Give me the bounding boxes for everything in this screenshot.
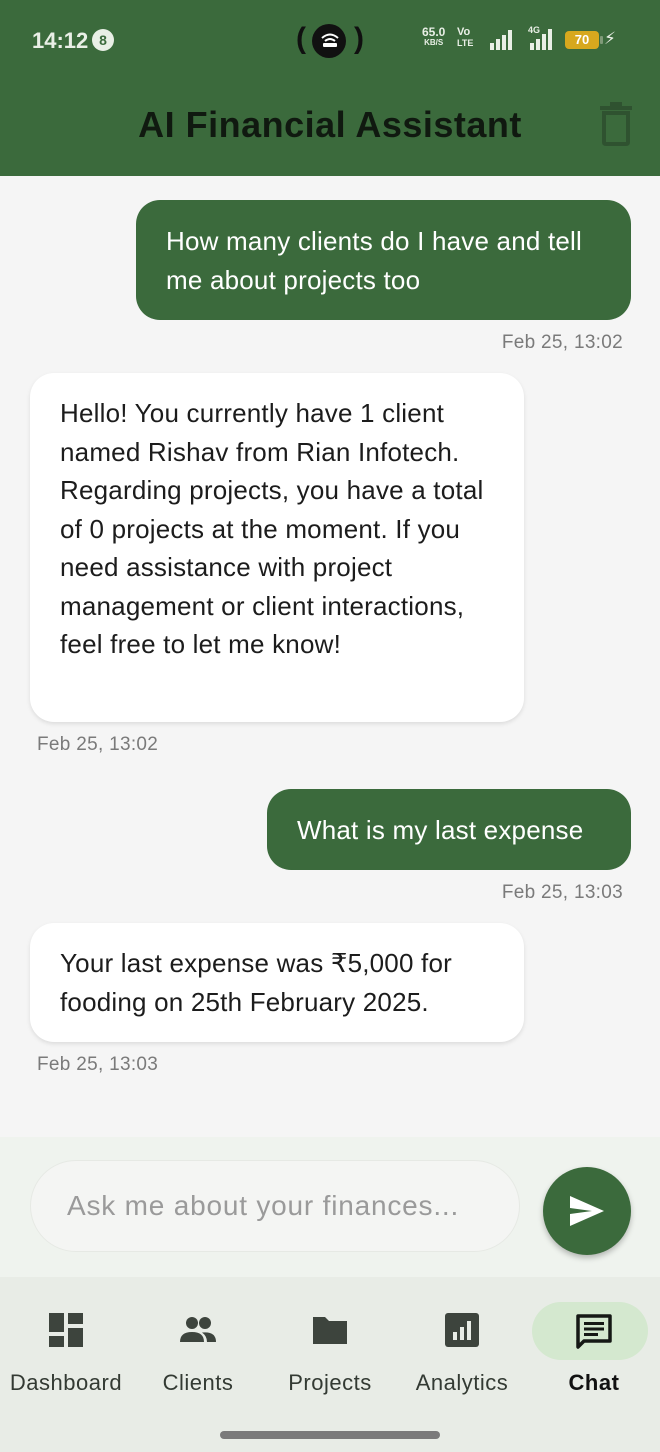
dashboard-icon [49, 1313, 83, 1347]
nav-item-dashboard[interactable]: Dashboard [0, 1300, 132, 1400]
charging-icon: ⚡ [604, 29, 616, 48]
signal-4g-icon [530, 29, 552, 50]
send-button[interactable] [543, 1167, 631, 1255]
nav-item-analytics[interactable]: Analytics [396, 1300, 528, 1400]
volte-top: Vo [457, 26, 471, 38]
people-icon [180, 1317, 216, 1342]
assistant-message: Your last expense was ₹5,000 for fooding… [30, 923, 524, 1042]
chat-icon [576, 1314, 612, 1349]
message-timestamp: Feb 25, 13:03 [501, 882, 623, 903]
nav-item-projects[interactable]: Projects [264, 1300, 396, 1400]
signal-icon [490, 30, 512, 50]
folder-icon [313, 1317, 347, 1344]
chat-input[interactable] [30, 1160, 520, 1252]
status-bar: 14:12 8 ( ) 65.0 KB/S Vo LTE 4G 70 ⚡ [0, 0, 660, 80]
nav-label: Dashboard [9, 1370, 123, 1395]
message-timestamp: Feb 25, 13:03 [37, 1054, 159, 1075]
home-indicator[interactable] [220, 1431, 440, 1439]
nav-item-clients[interactable]: Clients [132, 1300, 264, 1400]
net-speed-value: 65.0 [422, 25, 446, 39]
battery-indicator: 70 [565, 31, 603, 49]
net-speed-unit: KB/S [424, 38, 444, 47]
nav-label: Clients [162, 1370, 234, 1395]
hotspot-icon: ( ) [296, 20, 364, 60]
clear-chat-button[interactable] [596, 102, 636, 146]
nav-item-chat[interactable]: Chat [528, 1300, 660, 1400]
volte-indicator: Vo LTE [457, 27, 473, 49]
notification-badge: 8 [92, 29, 114, 51]
page-title: AI Financial Assistant [138, 104, 522, 145]
assistant-message: Hello! You currently have 1 client named… [30, 373, 524, 722]
send-icon [570, 1196, 604, 1226]
user-message: How many clients do I have and tell me a… [136, 200, 631, 320]
volte-bottom: LTE [457, 38, 474, 48]
trash-icon [600, 102, 632, 146]
message-timestamp: Feb 25, 13:02 [37, 734, 159, 755]
status-time: 14:12 [32, 28, 89, 53]
nav-label: Chat [568, 1370, 620, 1395]
user-message: What is my last expense [267, 789, 631, 870]
analytics-icon [445, 1313, 479, 1347]
nav-label: Analytics [415, 1370, 509, 1395]
message-timestamp: Feb 25, 13:02 [501, 332, 623, 353]
nav-label: Projects [288, 1370, 372, 1395]
net-speed: 65.0 KB/S [422, 25, 446, 47]
